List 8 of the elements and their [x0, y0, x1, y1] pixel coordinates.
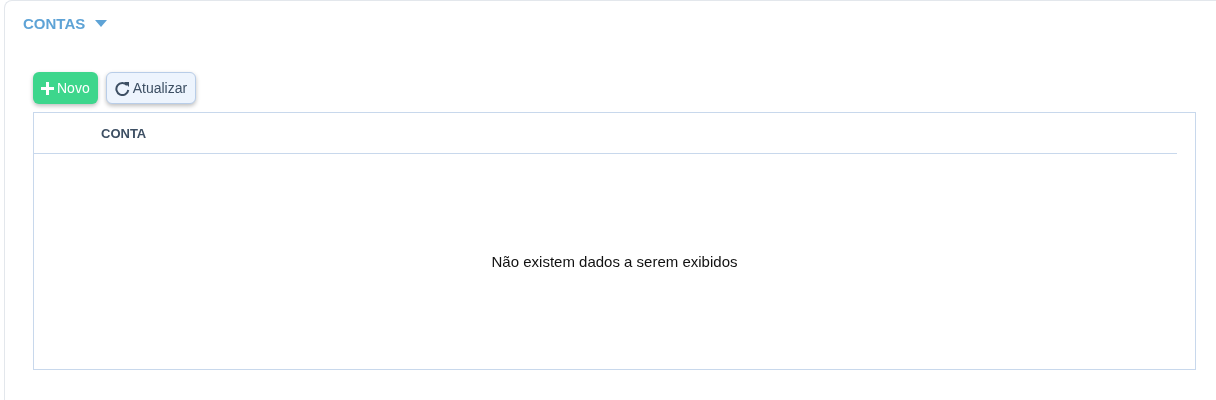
section-toggle[interactable]: CONTAS [23, 15, 108, 32]
refresh-icon [114, 80, 130, 96]
refresh-button[interactable]: Atualizar [105, 72, 197, 104]
column-header: CONTA [101, 125, 147, 141]
caret-icon [95, 20, 108, 27]
new-button[interactable]: Novo [33, 72, 98, 104]
empty-message: Não existem dados a serem exibidos [491, 253, 738, 270]
plus-icon [41, 81, 54, 95]
